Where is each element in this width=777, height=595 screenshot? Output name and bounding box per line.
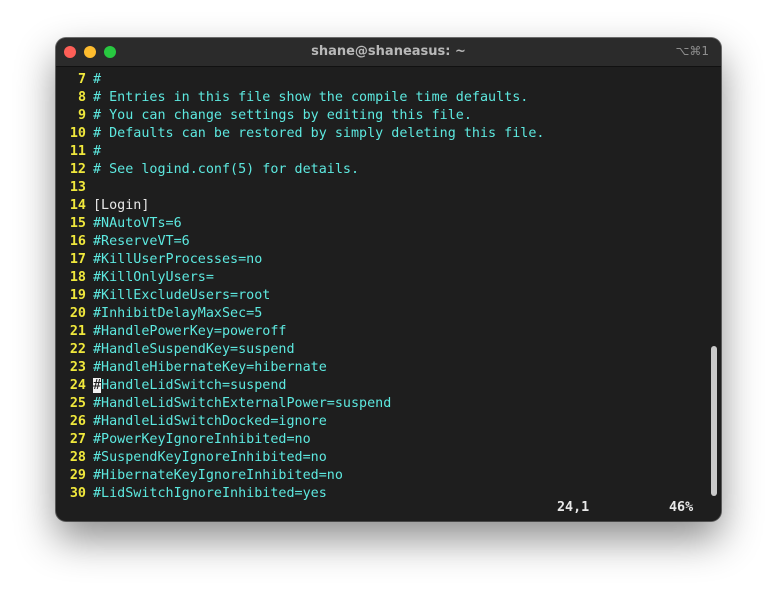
line-number: 20 (69, 306, 86, 321)
line-text: #ReserveVT=6 (93, 234, 190, 249)
line-text: #HandleLidSwitch=suspend (93, 377, 287, 395)
line-number: 15 (69, 216, 86, 231)
window-title: shane@shaneasus: ~ (311, 44, 466, 59)
line-number: 11 (69, 144, 86, 159)
scrollbar-thumb[interactable] (711, 346, 717, 496)
line-text: #LidSwitchIgnoreInhibited=yes (93, 486, 327, 501)
title-bar[interactable]: shane@shaneasus: ~ ⌥⌘1 (56, 38, 721, 67)
line-number: 17 (69, 252, 86, 267)
line-number: 8 (77, 90, 86, 105)
line-number: 12 (69, 162, 86, 177)
line-text: [Login] (93, 198, 150, 213)
line-text: #PowerKeyIgnoreInhibited=no (93, 432, 311, 447)
line-number: 16 (69, 234, 86, 249)
line-text: #KillExcludeUsers=root (93, 288, 271, 303)
line-text: #InhibitDelayMaxSec=5 (93, 306, 263, 321)
terminal-window: shane@shaneasus: ~ ⌥⌘1 7 #8 # Entries in t… (56, 38, 721, 521)
line-number: 25 (69, 396, 86, 411)
line-text: #HandleLidSwitchDocked=ignore (93, 414, 327, 429)
line-text: #HandleHibernateKey=hibernate (93, 360, 327, 375)
line-text: #KillOnlyUsers= (93, 270, 214, 285)
line-number: 24 (69, 378, 86, 393)
line-text: # See logind.conf(5) for details. (93, 162, 360, 177)
line-number: 26 (69, 414, 86, 429)
line-number: 29 (69, 468, 86, 483)
line-number: 18 (69, 270, 86, 285)
line-number: 22 (69, 342, 86, 357)
window-shortcut: ⌥⌘1 (675, 44, 709, 58)
line-text: # (93, 144, 102, 159)
line-number: 19 (69, 288, 86, 303)
line-number: 10 (69, 126, 86, 141)
line-number: 23 (69, 360, 86, 375)
line-text: #SuspendKeyIgnoreInhibited=no (93, 450, 327, 465)
line-number: 7 (77, 72, 86, 87)
line-number: 30 (69, 486, 86, 501)
line-text: #NAutoVTs=6 (93, 216, 182, 231)
line-text: #KillUserProcesses=no (93, 252, 263, 267)
line-number: 13 (69, 180, 86, 195)
line-text: #HandlePowerKey=poweroff (93, 324, 287, 339)
line-text: #HandleLidSwitchExternalPower=suspend (93, 396, 392, 411)
line-number: 14 (69, 198, 86, 213)
scrollbar[interactable] (707, 67, 721, 521)
line-number: 28 (69, 450, 86, 465)
text-cursor: # (93, 378, 102, 393)
line-number: 9 (77, 108, 86, 123)
line-text: # Entries in this file show the compile … (93, 90, 529, 105)
vim-editor[interactable]: 7 #8 # Entries in this file show the compi… (56, 67, 706, 521)
line-number: 21 (69, 324, 86, 339)
line-number: 27 (69, 432, 86, 447)
line-text: #HandleSuspendKey=suspend (93, 342, 295, 357)
line-text: # (93, 72, 102, 87)
scroll-percent: 46% (669, 500, 694, 515)
line-text-rest: HandleLidSwitch=suspend (101, 378, 287, 393)
line-text: #HibernateKeyIgnoreInhibited=no (93, 468, 343, 483)
line-text: # You can change settings by editing thi… (93, 108, 472, 123)
line-text: # Defaults can be restored by simply del… (93, 126, 545, 141)
cursor-position: 24,1 (557, 500, 590, 515)
